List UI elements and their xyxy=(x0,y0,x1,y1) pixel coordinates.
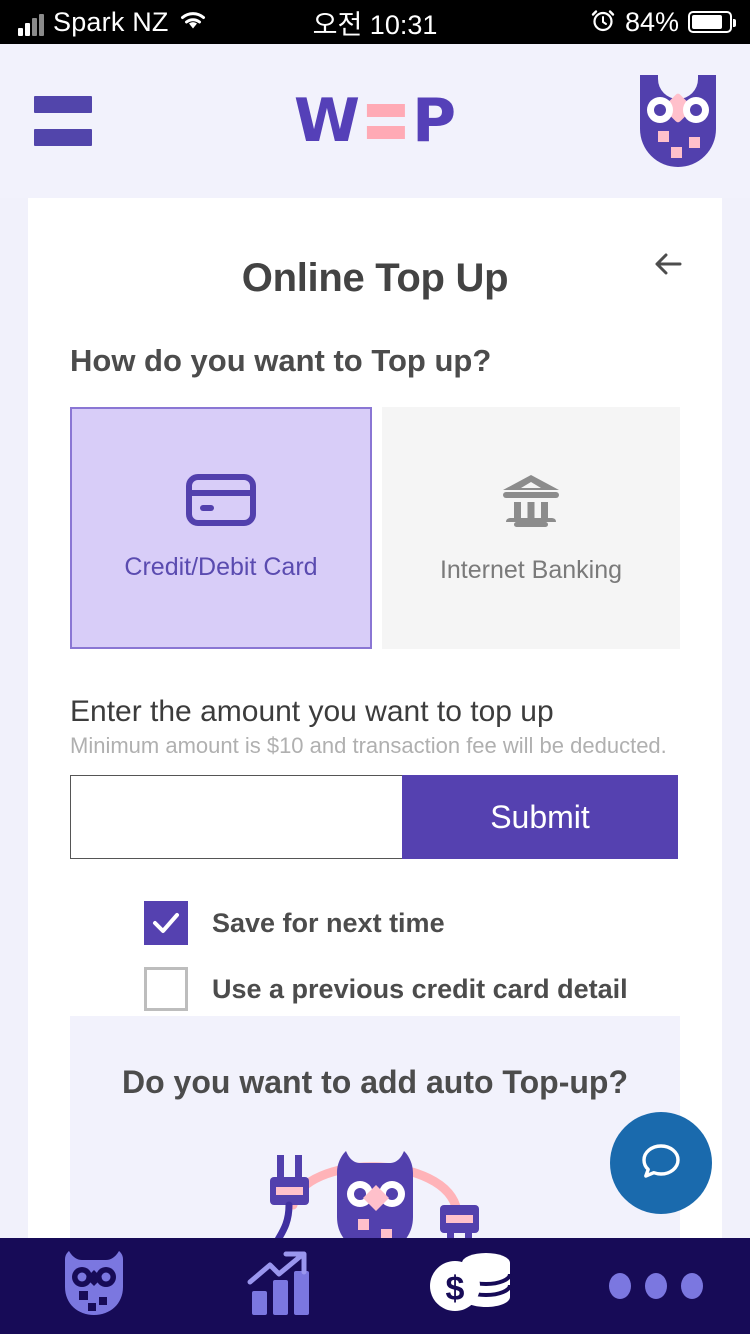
amount-hint: Minimum amount is $10 and transaction fe… xyxy=(70,733,667,758)
page-title: Online Top Up xyxy=(241,256,509,300)
nav-item-more[interactable] xyxy=(563,1273,750,1299)
equals-icon xyxy=(367,103,406,139)
amount-input-wrapper: $ xyxy=(70,775,505,859)
method-option-credit-debit-card[interactable]: Credit/Debit Card xyxy=(70,407,372,649)
status-bar: Spark NZ 오전 10:31 84% xyxy=(0,0,750,44)
cellular-signal-icon xyxy=(18,13,44,36)
nav-item-stats[interactable] xyxy=(188,1249,376,1324)
checkbox-label: Save for next time xyxy=(212,907,445,938)
submit-button[interactable]: Submit xyxy=(402,775,678,859)
topup-method-question: How do you want to Top up? xyxy=(70,343,492,378)
method-label: Internet Banking xyxy=(439,556,623,584)
nav-item-home[interactable] xyxy=(0,1247,188,1326)
three-dots-icon xyxy=(609,1273,704,1299)
app-header: W P xyxy=(0,44,750,198)
method-label: Credit/Debit Card xyxy=(124,553,318,581)
auto-topup-panel: Do you want to add auto Top-up? xyxy=(70,1016,680,1238)
chat-button[interactable] xyxy=(610,1112,712,1214)
back-arrow-icon[interactable] xyxy=(646,242,690,286)
status-bar-right: 84% xyxy=(590,6,736,38)
logo-letter-p: P xyxy=(412,86,457,156)
checkbox-row-save-for-next-time[interactable]: Save for next time xyxy=(144,901,722,945)
owl-avatar-icon[interactable] xyxy=(640,73,716,167)
topup-method-group: Credit/Debit Card Internet Banking xyxy=(70,407,680,649)
chat-bubble-icon xyxy=(635,1135,687,1192)
top-up-card: Online Top Up How do you want to Top up?… xyxy=(28,198,722,1238)
bar-chart-trend-icon xyxy=(244,1249,318,1324)
owl-with-plugs-illustration xyxy=(225,1119,525,1238)
nav-item-topup[interactable]: $ xyxy=(375,1248,563,1325)
status-bar-time: 오전 10:31 xyxy=(312,9,438,40)
method-option-internet-banking[interactable]: Internet Banking xyxy=(382,407,680,649)
status-bar-left: Spark NZ xyxy=(18,6,208,37)
checkbox-unchecked-icon[interactable] xyxy=(144,967,188,1011)
wifi-icon xyxy=(178,9,208,36)
amount-label: Enter the amount you want to top up xyxy=(70,695,554,728)
checkbox-label: Use a previous credit card detail xyxy=(212,973,628,1004)
coins-dollar-icon: $ xyxy=(424,1248,514,1325)
carrier-label: Spark NZ xyxy=(53,6,169,37)
bank-icon xyxy=(497,471,565,534)
amount-row: $ Submit xyxy=(70,775,680,859)
bottom-navigation: $ xyxy=(0,1238,750,1334)
svg-text:$: $ xyxy=(445,1270,464,1308)
phone-screen: Spark NZ 오전 10:31 84% W P Online Top Up … xyxy=(0,0,750,1334)
hamburger-menu-icon[interactable] xyxy=(34,96,92,146)
alarm-clock-icon xyxy=(590,7,616,38)
battery-icon xyxy=(688,11,736,33)
auto-topup-title: Do you want to add auto Top-up? xyxy=(122,1064,628,1100)
checkbox-checked-icon[interactable] xyxy=(144,901,188,945)
options-checkbox-group: Save for next time Use a previous credit… xyxy=(144,901,722,1011)
battery-percent-label: 84% xyxy=(624,6,679,37)
app-logo[interactable]: W P xyxy=(294,91,456,151)
checkbox-row-use-previous-card[interactable]: Use a previous credit card detail xyxy=(144,967,722,1011)
owl-icon xyxy=(55,1247,133,1326)
credit-card-icon xyxy=(186,474,256,531)
logo-letter-w: W xyxy=(293,86,361,156)
